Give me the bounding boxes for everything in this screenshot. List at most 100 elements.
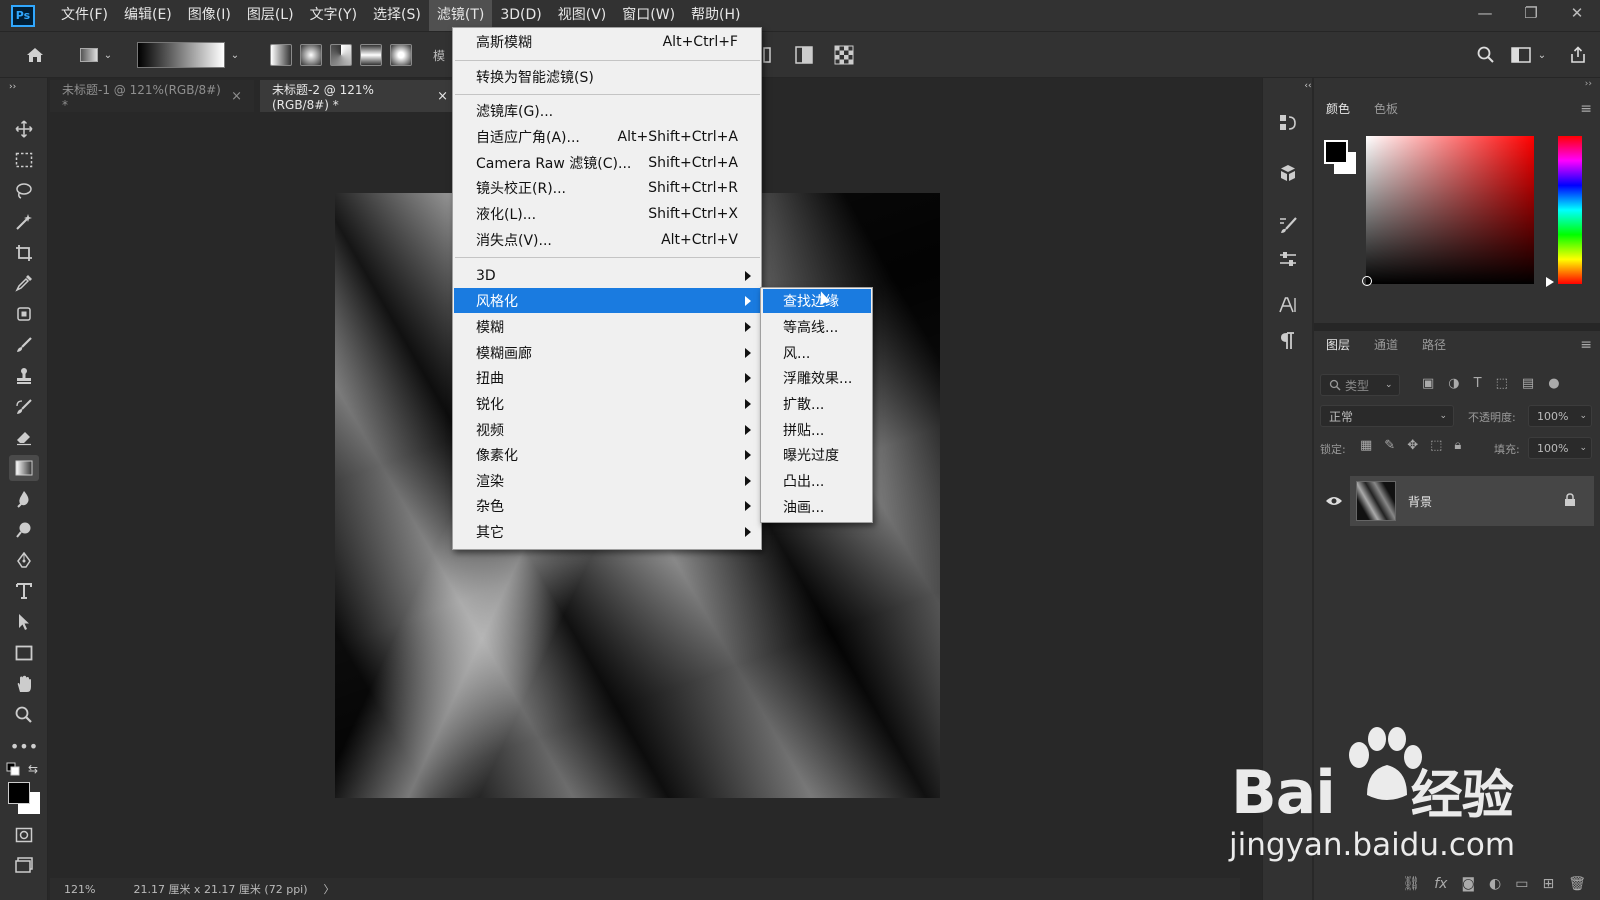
home-icon[interactable]	[22, 42, 48, 68]
radial-gradient-button[interactable]	[300, 44, 322, 66]
eyedropper-tool-icon[interactable]	[9, 270, 39, 296]
gradient-tool-icon[interactable]	[9, 455, 39, 481]
share-icon[interactable]	[1566, 43, 1590, 67]
stamp-tool-icon[interactable]	[9, 363, 39, 389]
tab-color[interactable]: 颜色	[1314, 94, 1362, 124]
brush-tool-icon[interactable]	[9, 332, 39, 358]
menu-item-vanishing-point[interactable]: 消失点(V)... Alt+Ctrl+V	[454, 227, 760, 252]
pen-tool-icon[interactable]	[9, 548, 39, 574]
rectangle-tool-icon[interactable]	[9, 640, 39, 666]
menu-item-video[interactable]: 视频	[454, 417, 760, 442]
default-colors-icon[interactable]	[4, 761, 22, 777]
menu-item-render[interactable]: 渲染	[454, 468, 760, 493]
menu-item-pixelate[interactable]: 像素化	[454, 442, 760, 467]
menu-item-blur[interactable]: 模糊	[454, 314, 760, 339]
menu-item-filter-gallery[interactable]: 滤镜库(G)...	[454, 98, 760, 123]
trash-icon[interactable]: 🗑︎	[1568, 876, 1586, 892]
lock-artboard-icon[interactable]: ⬚	[1430, 438, 1442, 453]
chevron-down-icon[interactable]: ⌄	[1536, 44, 1548, 66]
filter-toggle-icon[interactable]: ●	[1548, 376, 1559, 391]
new-group-icon[interactable]: ▭	[1515, 876, 1528, 892]
history-panel-icon[interactable]	[1275, 110, 1301, 136]
menu-item-gaussian-blur[interactable]: 高斯模糊 Alt+Ctrl+F	[454, 29, 760, 54]
brush-settings-icon[interactable]	[1275, 212, 1301, 238]
menu-item-noise[interactable]: 杂色	[454, 493, 760, 518]
submenu-item-wind[interactable]: 风...	[763, 341, 871, 365]
transparency-icon[interactable]	[832, 43, 856, 67]
adjustments-icon[interactable]	[1275, 246, 1301, 272]
menu-layer[interactable]: 图层(L)	[239, 0, 302, 31]
color-picker-marker[interactable]	[1362, 276, 1372, 286]
tab-channels[interactable]: 通道	[1362, 330, 1410, 360]
foreground-color-front[interactable]	[8, 782, 30, 804]
character-panel-icon[interactable]	[1275, 292, 1301, 318]
linear-gradient-button[interactable]	[270, 44, 292, 66]
link-layers-icon[interactable]: ⛓	[1402, 876, 1420, 892]
more-tools-icon[interactable]: •••	[9, 733, 39, 759]
fx-icon[interactable]: fx	[1434, 876, 1447, 892]
tab-document-1[interactable]: 未标题-1 @ 121%(RGB/8#) * ×	[50, 80, 254, 112]
marquee-tool-icon[interactable]	[9, 147, 39, 173]
menu-item-distort[interactable]: 扭曲	[454, 365, 760, 390]
path-selection-tool-icon[interactable]	[9, 609, 39, 635]
lock-pixels-icon[interactable]: ✎	[1384, 438, 1395, 453]
menu-type[interactable]: 文字(Y)	[302, 0, 365, 31]
move-tool-icon[interactable]	[9, 116, 39, 142]
adjustment-layer-icon[interactable]: ◐	[1489, 876, 1501, 892]
lock-position-icon[interactable]: ✥	[1407, 438, 1418, 453]
menu-item-convert-smart-filter[interactable]: 转换为智能滤镜(S)	[454, 64, 760, 89]
crop-tool-icon[interactable]	[9, 240, 39, 266]
menu-item-liquify[interactable]: 液化(L)... Shift+Ctrl+X	[454, 201, 760, 226]
submenu-item-solarize[interactable]: 曝光过度	[763, 443, 871, 467]
menu-item-sharpen[interactable]: 锐化	[454, 391, 760, 416]
tab-swatches[interactable]: 色板	[1362, 94, 1410, 124]
color-picker-field[interactable]	[1366, 136, 1534, 284]
zoom-level[interactable]: 121%	[64, 883, 95, 896]
search-icon[interactable]	[1474, 43, 1498, 67]
submenu-item-diffuse[interactable]: 扩散...	[763, 392, 871, 416]
zoom-tool-icon[interactable]	[9, 702, 39, 728]
smart-object-filter-icon[interactable]: ▤	[1522, 376, 1534, 391]
dodge-tool-icon[interactable]	[9, 517, 39, 543]
close-button[interactable]: ✕	[1554, 0, 1600, 26]
reverse-icon[interactable]	[760, 44, 774, 66]
tab-document-2[interactable]: 未标题-2 @ 121%(RGB/8#) * ×	[260, 80, 460, 112]
type-filter-icon[interactable]: T	[1474, 376, 1482, 391]
opacity-field[interactable]: 100% ⌄	[1528, 405, 1592, 427]
menu-select[interactable]: 选择(S)	[365, 0, 429, 31]
visibility-eye-icon[interactable]	[1320, 476, 1348, 526]
submenu-item-emboss[interactable]: 浮雕效果...	[763, 366, 871, 390]
3d-panel-icon[interactable]	[1275, 160, 1301, 186]
tool-preset-picker[interactable]: ⌄	[76, 44, 116, 66]
menu-item-camera-raw[interactable]: Camera Raw 滤镜(C)... Shift+Ctrl+A	[454, 150, 760, 175]
hue-slider[interactable]	[1558, 136, 1582, 284]
quick-mask-icon[interactable]	[9, 822, 39, 848]
menu-item-blur-gallery[interactable]: 模糊画廊	[454, 340, 760, 365]
add-mask-icon[interactable]: ◙	[1461, 876, 1475, 892]
history-brush-tool-icon[interactable]	[9, 394, 39, 420]
blend-mode-select[interactable]: 正常 ⌄	[1320, 405, 1454, 427]
panel-menu-icon[interactable]: ≡	[1580, 101, 1592, 117]
hue-slider-handle[interactable]	[1546, 277, 1554, 287]
blur-tool-icon[interactable]	[9, 486, 39, 512]
healing-brush-tool-icon[interactable]	[9, 301, 39, 327]
layer-filter-select[interactable]: 类型 ⌄	[1320, 374, 1400, 396]
menu-item-adaptive-wide-angle[interactable]: 自适应广角(A)... Alt+Shift+Ctrl+A	[454, 124, 760, 149]
foreground-color-swatch[interactable]	[1324, 140, 1348, 164]
pixel-filter-icon[interactable]: ▣	[1422, 376, 1434, 391]
dither-icon[interactable]	[792, 43, 816, 67]
menu-item-stylize[interactable]: 风格化	[454, 288, 760, 313]
submenu-item-trace-contour[interactable]: 等高线...	[763, 315, 871, 339]
chevron-down-icon[interactable]: ⌄	[228, 44, 242, 66]
submenu-item-tiles[interactable]: 拼贴...	[763, 418, 871, 442]
lasso-tool-icon[interactable]	[9, 178, 39, 204]
gradient-preview[interactable]	[137, 42, 225, 68]
angle-gradient-button[interactable]	[330, 44, 352, 66]
menu-image[interactable]: 图像(I)	[180, 0, 239, 31]
magic-wand-tool-icon[interactable]	[9, 209, 39, 235]
menu-item-3d[interactable]: 3D	[454, 263, 760, 288]
menu-edit[interactable]: 编辑(E)	[116, 0, 180, 31]
screen-mode-icon[interactable]	[9, 852, 39, 878]
minimize-button[interactable]: —	[1462, 0, 1508, 26]
restore-button[interactable]: ❐	[1508, 0, 1554, 26]
